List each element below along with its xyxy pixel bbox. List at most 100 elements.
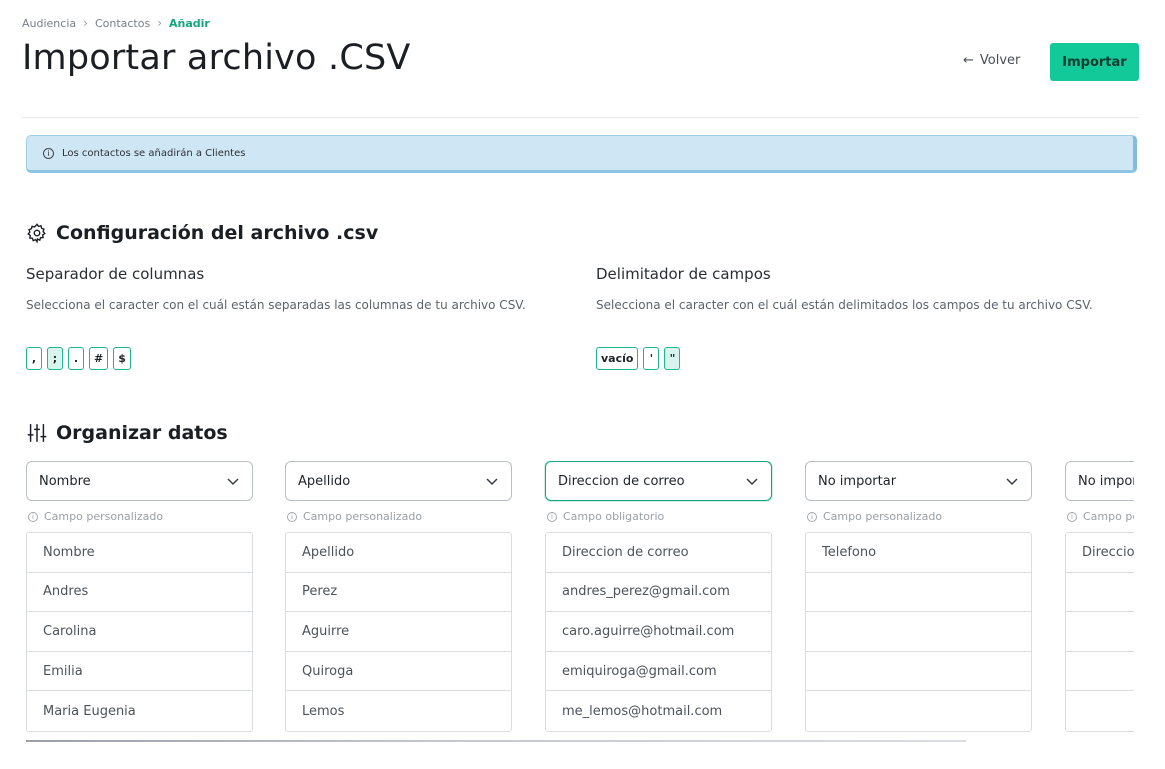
field-select-value: No importar (818, 473, 897, 489)
delimiter-options: vacío ' " (596, 347, 681, 370)
table-cell: Perez (286, 573, 511, 613)
breadcrumb-item-contactos[interactable]: Contactos (95, 17, 150, 30)
info-alert-text: Los contactos se añadirán a Clientes (62, 147, 246, 159)
breadcrumb-item-audiencia[interactable]: Audiencia (22, 17, 76, 30)
delimiter-option-double-quote[interactable]: " (664, 347, 681, 370)
chevron-down-icon (486, 478, 498, 486)
table-cell (806, 691, 1031, 731)
column-cells: Direccion de correo andres_perez@gmail.c… (545, 532, 772, 732)
field-hint: i Campo personalizado (1065, 501, 1134, 532)
table-cell (806, 612, 1031, 652)
info-icon: i (1067, 511, 1077, 522)
separator-option-dot[interactable]: . (68, 347, 84, 370)
field-hint: i Campo personalizado (26, 501, 253, 532)
field-select-4[interactable]: No importar (805, 461, 1032, 501)
field-select-5[interactable]: No importar (1065, 461, 1134, 501)
field-hint: i Campo obligatorio (545, 501, 772, 532)
table-cell: Nombre (27, 533, 252, 573)
table-cell: Aguirre (286, 612, 511, 652)
field-select-3[interactable]: Direccion de correo (545, 461, 772, 501)
back-button[interactable]: ← Volver (963, 53, 1020, 68)
header-divider (22, 117, 1139, 118)
table-cell: Direccion (1066, 533, 1134, 573)
chevron-down-icon (1006, 478, 1018, 486)
field-select-1[interactable]: Nombre (26, 461, 253, 501)
delimiter-option-single-quote[interactable]: ' (643, 347, 660, 370)
chevron-right-icon: › (157, 16, 163, 30)
config-title-text: Configuración del archivo .csv (56, 222, 379, 244)
table-cell: Telefono (806, 533, 1031, 573)
table-cell: me_lemos@hotmail.com (562, 703, 723, 719)
table-cell: Direccion de correo (546, 533, 771, 573)
table-cell: andres_perez@gmail.com (546, 573, 771, 613)
column-cells: Telefono (805, 532, 1032, 732)
column-cells: Nombre Andres Carolina Emilia Maria Euge… (26, 532, 253, 732)
info-icon: i (43, 147, 54, 159)
field-select-value: Direccion de correo (558, 473, 685, 489)
field-select-2[interactable]: Apellido (285, 461, 512, 501)
organize-section-title: Organizar datos (26, 422, 228, 444)
column-4: No importar i Campo personalizado Telefo… (805, 461, 1032, 732)
column-1: Nombre i Campo personalizado Nombre Andr… (26, 461, 253, 732)
field-hint-text: Campo personalizado (44, 510, 164, 523)
field-hint-text: Campo obligatorio (563, 510, 665, 523)
table-cell (1066, 652, 1134, 692)
field-hint-text: Campo personalizado (303, 510, 423, 523)
table-cell: Apellido (286, 533, 511, 573)
separator-description: Selecciona el caracter con el cuál están… (26, 298, 526, 312)
chevron-down-icon (746, 478, 758, 486)
organize-title-text: Organizar datos (56, 422, 228, 444)
separator-option-dollar[interactable]: $ (113, 347, 131, 370)
horizontal-scrollbar[interactable] (26, 740, 966, 742)
import-button[interactable]: Importar (1050, 43, 1139, 81)
info-icon: i (28, 511, 38, 522)
table-cell (1066, 573, 1134, 613)
field-hint: i Campo personalizado (805, 501, 1032, 532)
separator-title: Separador de columnas (26, 265, 205, 283)
field-hint-text: Campo personalizado (1083, 510, 1134, 523)
column-2: Apellido i Campo personalizado Apellido … (285, 461, 512, 732)
sliders-icon (27, 424, 47, 442)
table-cell: Maria Eugenia (43, 703, 136, 719)
field-select-value: Apellido (298, 473, 351, 489)
table-cell (1066, 612, 1134, 652)
field-select-value: Nombre (39, 473, 91, 489)
arrow-left-icon: ← (963, 53, 974, 68)
table-cell: caro.aguirre@hotmail.com (546, 612, 771, 652)
config-section-title: Configuración del archivo .csv (26, 222, 378, 244)
columns-area[interactable]: Nombre i Campo personalizado Nombre Andr… (26, 461, 1134, 736)
page-title: Importar archivo .CSV (22, 38, 411, 78)
table-cell (806, 652, 1031, 692)
column-cells: Apellido Perez Aguirre Quiroga Lemos (285, 532, 512, 732)
table-cell: Lemos (302, 703, 345, 719)
info-icon: i (807, 511, 817, 522)
separator-options: , ; . # $ (26, 347, 131, 370)
delimiter-option-empty[interactable]: vacío (596, 347, 639, 370)
field-hint-text: Campo personalizado (823, 510, 943, 523)
chevron-right-icon: › (83, 16, 88, 30)
table-cell: emiquiroga@gmail.com (546, 652, 771, 692)
field-hint: i Campo personalizado (285, 501, 512, 532)
column-5: No importar i Campo personalizado Direcc… (1065, 461, 1134, 732)
delimiter-description: Selecciona el caracter con el cuál están… (596, 298, 1093, 312)
separator-option-semicolon[interactable]: ; (47, 347, 63, 370)
table-cell: Andres (27, 573, 252, 613)
field-select-value: No importar (1078, 473, 1134, 489)
separator-option-hash[interactable]: # (89, 347, 109, 370)
delimiter-title: Delimitador de campos (596, 265, 771, 283)
table-cell (806, 573, 1031, 613)
table-cell: Quiroga (286, 652, 511, 692)
column-cells: Direccion (1065, 532, 1134, 732)
column-3: Direccion de correo i Campo obligatorio … (545, 461, 772, 732)
separator-option-comma[interactable]: , (26, 347, 42, 370)
chevron-down-icon (227, 478, 239, 486)
gear-icon (27, 223, 46, 244)
table-cell (1066, 691, 1134, 731)
table-cell: Carolina (27, 612, 252, 652)
breadcrumb-item-current: Añadir (169, 16, 210, 30)
info-icon: i (547, 511, 557, 522)
breadcrumb: Audiencia › Contactos › Añadir (22, 16, 210, 30)
info-icon: i (287, 511, 297, 522)
back-button-label: Volver (979, 53, 1021, 68)
table-cell: Emilia (27, 652, 252, 692)
